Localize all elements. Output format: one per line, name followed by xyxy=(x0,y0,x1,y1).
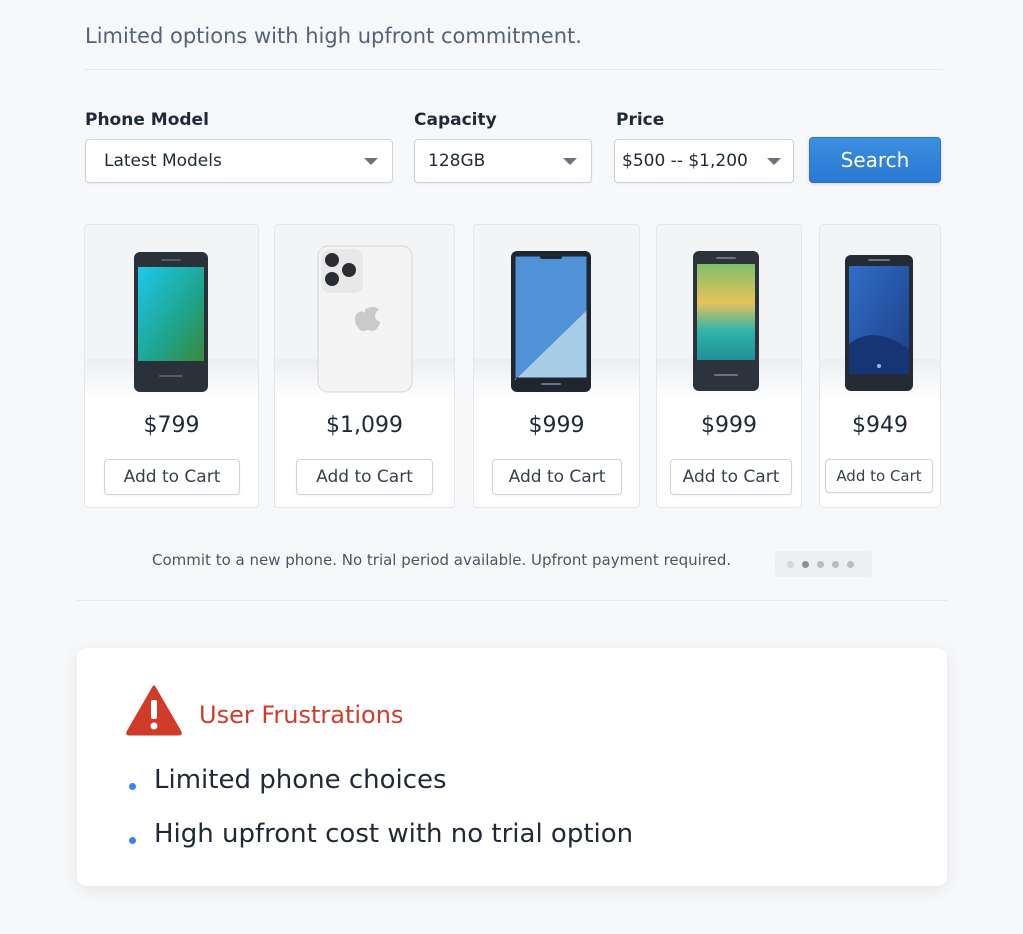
divider xyxy=(85,69,943,70)
page-dot[interactable] xyxy=(817,560,824,568)
page-subtitle: Limited options with high upfront commit… xyxy=(85,24,582,48)
product-card[interactable]: $999 Add to Cart xyxy=(473,224,640,508)
price-select[interactable]: $500 -- $1,200 xyxy=(614,139,794,183)
pagination-dots[interactable] xyxy=(775,551,872,577)
bullet-dot xyxy=(129,837,136,844)
capacity-value: 128GB xyxy=(428,151,486,171)
phone-model-value: Latest Models xyxy=(104,151,222,171)
phone-image xyxy=(317,245,413,393)
page-dot[interactable] xyxy=(847,560,854,568)
page-dot-active[interactable] xyxy=(802,560,809,568)
divider xyxy=(77,600,947,601)
price-label: Price xyxy=(616,110,665,130)
bullet-dot xyxy=(129,783,136,790)
product-card[interactable]: $999 Add to Cart xyxy=(656,224,802,508)
capacity-label: Capacity xyxy=(414,110,497,130)
product-price: $999 xyxy=(528,413,585,438)
phone-model-select[interactable]: Latest Models xyxy=(85,139,393,183)
frustration-item: High upfront cost with no trial option xyxy=(154,819,634,849)
price-value: $500 -- $1,200 xyxy=(622,151,748,171)
add-to-cart-button[interactable]: Add to Cart xyxy=(104,459,240,495)
frustration-item: Limited phone choices xyxy=(154,765,447,795)
warning-icon xyxy=(126,685,182,736)
product-card[interactable]: $949 Add to Cart xyxy=(819,224,941,508)
product-card[interactable]: $1,099 Add to Cart xyxy=(274,224,455,508)
phone-image xyxy=(134,252,208,392)
capacity-select[interactable]: 128GB xyxy=(414,139,592,183)
product-price: $999 xyxy=(701,413,757,438)
add-to-cart-button[interactable]: Add to Cart xyxy=(296,459,433,495)
product-card[interactable]: $799 Add to Cart xyxy=(84,224,259,508)
chevron-down-icon xyxy=(563,158,577,165)
page-dot[interactable] xyxy=(787,560,794,568)
phone-image xyxy=(845,255,913,391)
product-price: $799 xyxy=(143,413,200,438)
commitment-note: Commit to a new phone. No trial period a… xyxy=(152,551,732,569)
search-button[interactable]: Search xyxy=(809,137,941,183)
phone-image xyxy=(693,251,759,391)
add-to-cart-button[interactable]: Add to Cart xyxy=(492,459,622,495)
frustrations-title: User Frustrations xyxy=(199,701,404,729)
add-to-cart-button[interactable]: Add to Cart xyxy=(825,459,933,493)
page-dot[interactable] xyxy=(832,560,839,568)
add-to-cart-button[interactable]: Add to Cart xyxy=(670,459,792,495)
product-price: $949 xyxy=(852,413,908,438)
product-price: $1,099 xyxy=(326,413,403,438)
chevron-down-icon xyxy=(364,158,378,165)
phone-image xyxy=(511,251,591,392)
chevron-down-icon xyxy=(767,158,781,165)
phone-model-label: Phone Model xyxy=(85,110,209,130)
